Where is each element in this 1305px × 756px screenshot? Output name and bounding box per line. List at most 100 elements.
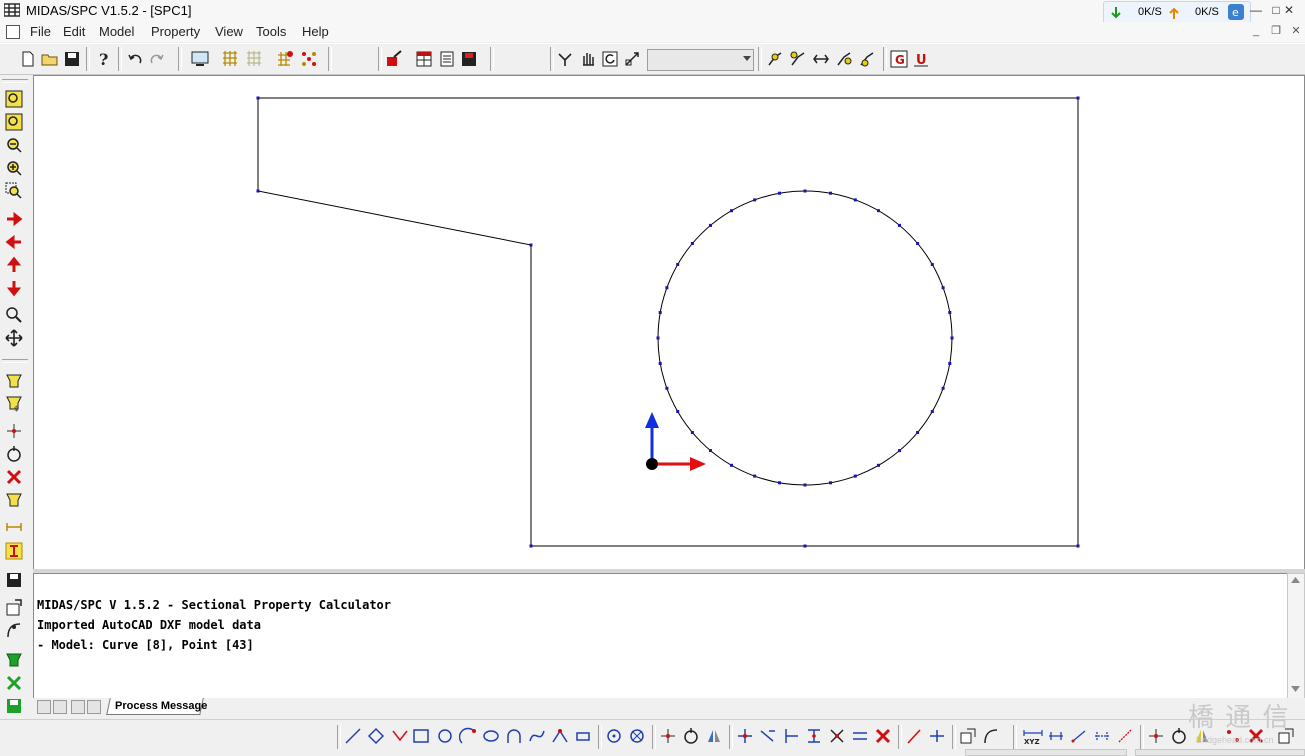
rotate-point-icon[interactable] <box>1170 727 1188 745</box>
rectangle-tool-icon[interactable] <box>412 727 430 745</box>
node-point[interactable] <box>1076 96 1080 100</box>
draw-line-red-icon[interactable] <box>905 727 923 745</box>
mirror-icon[interactable] <box>705 727 723 745</box>
redo-icon[interactable] <box>147 49 167 69</box>
rotate-node-icon[interactable] <box>682 727 700 745</box>
arc-tool-icon[interactable] <box>459 727 477 745</box>
tab-next-button[interactable] <box>71 700 85 714</box>
circle-cross-tool-icon[interactable] <box>628 727 646 745</box>
node-point[interactable] <box>948 311 952 314</box>
new-file-icon[interactable] <box>18 49 38 69</box>
export-icon[interactable] <box>459 49 479 69</box>
node-point[interactable] <box>941 286 945 290</box>
menu-view[interactable]: View <box>215 24 243 39</box>
scroll-down-icon[interactable] <box>1291 686 1300 692</box>
undo-icon[interactable] <box>125 49 145 69</box>
node-point[interactable] <box>898 449 901 453</box>
save-icon[interactable] <box>62 49 82 69</box>
diamond-tool-icon[interactable] <box>367 727 385 745</box>
green-save-icon[interactable] <box>5 697 23 715</box>
u-icon[interactable]: U <box>911 49 931 69</box>
menu-model[interactable]: Model <box>99 24 134 39</box>
line-tool-icon[interactable] <box>344 727 362 745</box>
scroll-up-icon[interactable] <box>1291 577 1300 583</box>
delete-icon[interactable] <box>5 468 23 486</box>
snap-curve-icon[interactable] <box>982 727 1000 745</box>
g-icon[interactable]: G <box>889 49 909 69</box>
zoom-in-icon[interactable] <box>5 159 23 177</box>
snap-grid-icon[interactable] <box>275 49 295 69</box>
node-point[interactable] <box>916 431 920 434</box>
help-icon[interactable]: ? <box>94 49 114 69</box>
curve-tool-icon[interactable] <box>5 621 23 639</box>
node-point[interactable] <box>709 223 712 227</box>
node-point[interactable] <box>948 362 952 365</box>
node-point[interactable] <box>730 463 733 467</box>
refresh-icon[interactable] <box>600 49 620 69</box>
dim-aligned-icon[interactable] <box>1070 727 1088 745</box>
display-icon[interactable] <box>190 49 210 69</box>
node-point[interactable] <box>877 463 880 467</box>
tab-prev-button[interactable] <box>53 700 67 714</box>
circle-center-tool-icon[interactable] <box>605 727 623 745</box>
mdi-minimize-button[interactable]: _ <box>1248 24 1264 38</box>
node-tool-5-icon[interactable] <box>857 49 877 69</box>
menu-file[interactable]: File <box>30 24 51 39</box>
i-beam-icon[interactable] <box>5 542 23 560</box>
view-combo[interactable] <box>647 49 754 71</box>
node-point[interactable] <box>676 410 680 413</box>
rotate-view-icon[interactable] <box>555 49 575 69</box>
node-point[interactable] <box>803 483 807 487</box>
browser-icon[interactable]: e <box>1228 4 1244 20</box>
tab-first-button[interactable] <box>37 700 51 714</box>
menu-edit[interactable]: Edit <box>63 24 85 39</box>
node-point[interactable] <box>829 191 832 195</box>
save-section-icon[interactable] <box>5 571 23 589</box>
node-tool-4-icon[interactable] <box>834 49 854 69</box>
xyz-icon[interactable]: XYZ <box>1022 727 1044 745</box>
zoom-fit-icon[interactable] <box>5 90 23 108</box>
mdi-restore-button[interactable]: ❐ <box>1268 24 1284 38</box>
node-point[interactable] <box>803 544 807 548</box>
node-point[interactable] <box>778 191 781 195</box>
close-button[interactable]: ✕ <box>1278 3 1300 18</box>
divide-icon[interactable] <box>805 727 823 745</box>
pan-view-icon[interactable] <box>578 49 598 69</box>
dynamic-zoom-icon[interactable] <box>5 306 23 324</box>
measure-icon[interactable] <box>623 49 643 69</box>
move-point-icon[interactable] <box>1147 727 1165 745</box>
arch-tool-icon[interactable] <box>505 727 523 745</box>
delete-entity-icon[interactable] <box>874 727 892 745</box>
dimension-icon[interactable] <box>5 519 23 537</box>
zoom-region-icon[interactable] <box>5 182 23 200</box>
pan-right-icon[interactable] <box>5 210 23 228</box>
node-point[interactable] <box>778 481 781 485</box>
node-point[interactable] <box>730 209 733 213</box>
node-point[interactable] <box>665 386 669 390</box>
node-point[interactable] <box>656 336 660 340</box>
document-icon[interactable] <box>6 25 20 39</box>
open-folder-icon[interactable] <box>40 49 60 69</box>
pan-left-icon[interactable] <box>5 233 23 251</box>
node-point[interactable] <box>829 481 832 485</box>
node-point[interactable] <box>529 243 533 247</box>
table-icon[interactable] <box>414 49 434 69</box>
node-point[interactable] <box>930 263 934 266</box>
node-point[interactable] <box>529 544 533 548</box>
trim-icon[interactable] <box>759 727 777 745</box>
menu-property[interactable]: Property <box>151 24 200 39</box>
copy-icon[interactable] <box>959 727 977 745</box>
node-point[interactable] <box>753 198 757 202</box>
node-point[interactable] <box>690 431 694 434</box>
node-point[interactable] <box>676 263 680 266</box>
green-section-icon[interactable] <box>5 651 23 669</box>
node-point[interactable] <box>950 336 954 340</box>
node-point[interactable] <box>853 474 857 478</box>
node-tool-2-icon[interactable] <box>788 49 808 69</box>
message-scrollbar[interactable] <box>1287 573 1305 699</box>
select-property-icon[interactable]: $ <box>5 394 23 412</box>
grid-select-icon[interactable] <box>220 49 240 69</box>
rect-small-tool-icon[interactable] <box>574 727 592 745</box>
move-icon[interactable] <box>5 329 23 347</box>
zoom-window-icon[interactable] <box>5 113 23 131</box>
